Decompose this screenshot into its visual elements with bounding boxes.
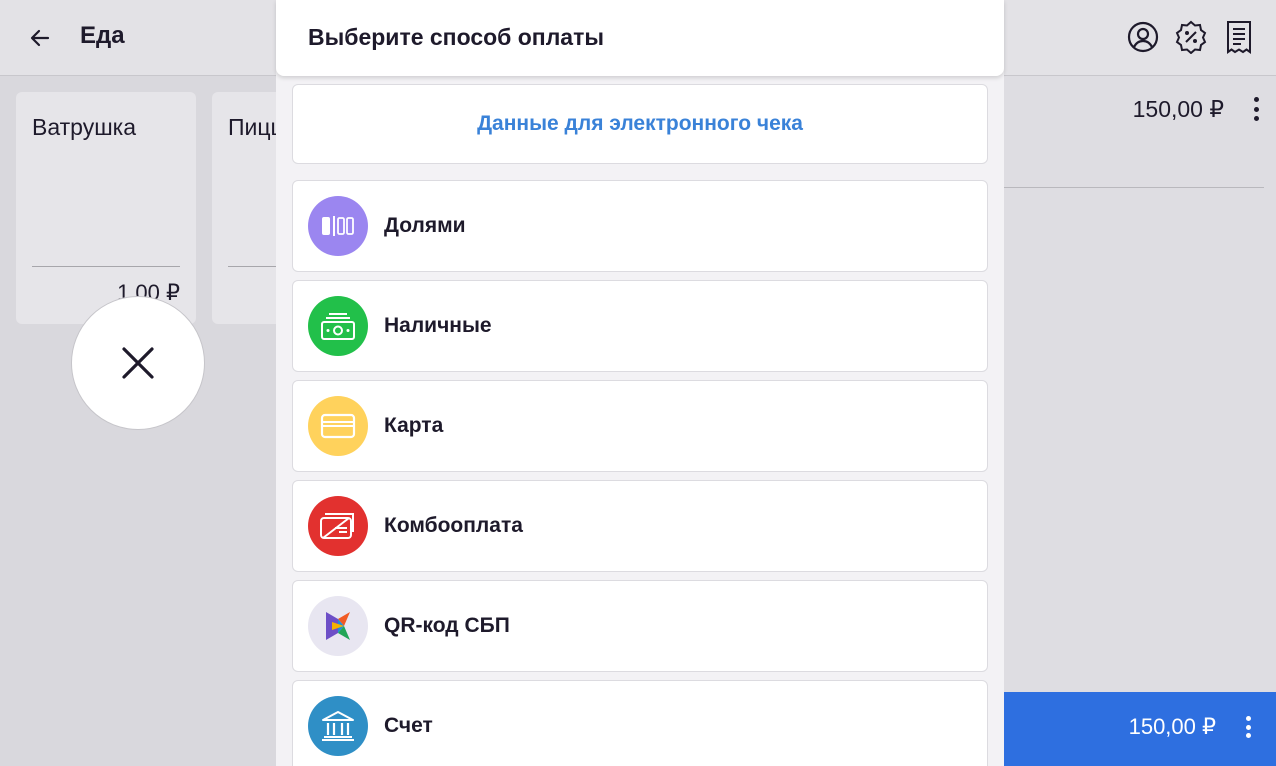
cart-panel [1004,76,1276,692]
payment-method-label: Комбооплата [384,514,523,537]
electronic-receipt-label: Данные для электронного чека [477,112,803,135]
payment-method-invoice[interactable]: Счет [292,680,988,766]
payment-method-label: Наличные [384,314,492,337]
product-divider [32,266,180,267]
payment-method-cash[interactable]: Наличные [292,280,988,372]
close-button[interactable] [71,296,205,430]
arrow-left-icon [30,29,50,47]
electronic-receipt-button[interactable]: Данные для электронного чека [292,84,988,164]
payment-method-label: Долями [384,214,466,237]
payment-method-sheet: Выберите способ оплаты Данные для электр… [276,0,1004,766]
receipts-button[interactable] [1222,16,1256,58]
payment-method-label: Карта [384,414,444,437]
more-vertical-icon [1245,716,1251,721]
payment-method-label: Счет [384,714,433,737]
cart-total: 150,00 ₽ [1128,714,1216,739]
sbp-icon [308,596,368,656]
receipt-icon [1227,21,1251,54]
cart-divider [1004,187,1264,188]
pay-button[interactable]: 150,00 ₽ [1004,692,1276,766]
cart-item-menu-button[interactable] [1246,94,1266,124]
product-card[interactable]: Ватрушка 1,00 ₽ [16,92,196,324]
category-title: Еда [80,22,125,49]
payment-method-combo[interactable]: Комбооплата [292,480,988,572]
back-button[interactable] [22,20,58,56]
more-vertical-icon [1253,97,1259,102]
pay-menu-button[interactable] [1240,714,1256,740]
split-payment-icon [308,196,368,256]
payment-method-label: QR-код СБП [384,614,510,637]
cart-item-price: 150,00 ₽ [1132,96,1224,122]
payment-method-card[interactable]: Карта [292,380,988,472]
customer-button[interactable] [1126,16,1160,58]
bank-icon [308,696,368,756]
product-name: Ватрушка [32,114,137,140]
sheet-header: Выберите способ оплаты [276,0,1004,76]
sheet-title: Выберите способ оплаты [308,24,605,50]
close-icon [122,347,154,379]
discount-button[interactable] [1174,16,1208,58]
payment-method-sbp[interactable]: QR-код СБП [292,580,988,672]
discount-icon [1175,20,1207,54]
combo-payment-icon [308,496,368,556]
payment-method-split[interactable]: Долями [292,180,988,272]
card-icon [308,396,368,456]
user-icon [1127,21,1159,53]
cash-icon [308,296,368,356]
